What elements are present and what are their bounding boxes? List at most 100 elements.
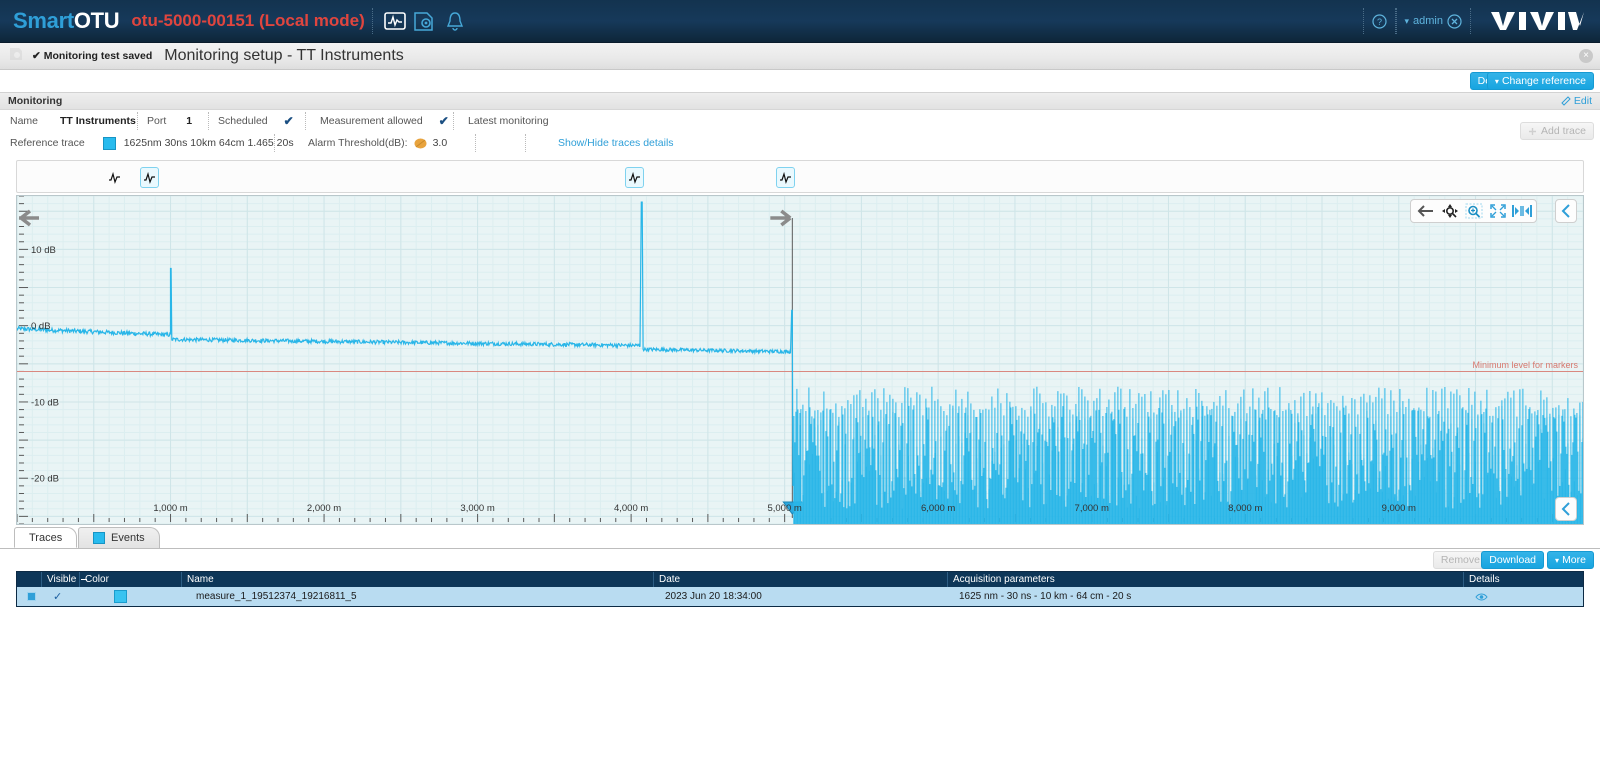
events-color-swatch: [93, 532, 105, 544]
otdr-chart-canvas: 10 dB 0 dB -10 dB -20 dB 1,000 m 2,000 m 3,000…: [17, 196, 1583, 524]
viavi-logo: [1489, 10, 1584, 32]
tab-events-label: Events: [111, 532, 145, 544]
field-port: Port 1: [147, 110, 192, 132]
alarm-threshold-value: 3.0: [432, 137, 448, 149]
row-selected-icon: [27, 592, 36, 601]
svg-text:6,000 m: 6,000 m: [921, 503, 955, 514]
th-date: Date: [653, 572, 947, 587]
scheduled-checkbox[interactable]: ✔: [284, 114, 294, 128]
brand-otu: OTU: [73, 8, 120, 33]
row-visible-check: ✓: [53, 591, 63, 603]
minimum-level-label: Minimum level for markers: [1472, 360, 1578, 371]
event-marker-4[interactable]: [776, 167, 795, 188]
fullscreen-icon[interactable]: [1487, 201, 1508, 221]
row-details-button[interactable]: [1463, 587, 1583, 606]
zoom-in-icon[interactable]: [1463, 201, 1484, 221]
download-button[interactable]: Download: [1481, 551, 1544, 569]
svg-text:7,000 m: 7,000 m: [1075, 503, 1109, 514]
collapse-bottom-button[interactable]: [1555, 497, 1577, 521]
header-divider: [371, 8, 373, 34]
settings-trace-icon[interactable]: [410, 8, 440, 35]
chevron-down-icon: ▾: [1404, 15, 1410, 26]
monitoring-panel-title: Monitoring: [8, 95, 63, 107]
field-measurement-allowed: Measurement allowed ✔: [320, 110, 449, 132]
svg-text:-10 dB: -10 dB: [31, 397, 59, 408]
svg-text:10 dB: 10 dB: [31, 245, 56, 256]
th-name: Name: [181, 572, 653, 587]
gear-icon: [8, 46, 24, 67]
reference-trace-label: Reference trace: [10, 137, 85, 149]
user-menu[interactable]: ▾ admin: [1395, 8, 1471, 34]
close-icon[interactable]: ×: [1579, 49, 1593, 63]
th-details: Details: [1463, 572, 1583, 587]
plus-icon: [1529, 127, 1537, 135]
more-label: More: [1562, 554, 1586, 566]
otdr-chart[interactable]: 10 dB 0 dB -10 dB -20 dB 1,000 m 2,000 m 3,000…: [16, 195, 1584, 525]
chevron-down-icon: ▾: [1555, 555, 1560, 565]
table-header-row: Visible Color Name Date Acquisition para…: [17, 572, 1583, 587]
svg-text:8,000 m: 8,000 m: [1228, 503, 1262, 514]
add-trace-label: Add trace: [1541, 125, 1586, 137]
event-marker-2[interactable]: [140, 167, 159, 188]
edit-label: Edit: [1573, 95, 1592, 107]
pan-move-icon[interactable]: [1439, 201, 1460, 221]
scheduled-label: Scheduled: [218, 115, 268, 127]
page-title: Monitoring setup - TT Instruments: [164, 47, 404, 64]
svg-text:?: ?: [1376, 17, 1381, 27]
action-row: Delete ▾ Change reference: [0, 70, 1600, 92]
reference-trace-color-swatch[interactable]: [102, 136, 116, 150]
row-color-cell[interactable]: [79, 587, 181, 606]
remove-button: Remove: [1432, 551, 1488, 569]
measurement-allowed-checkbox[interactable]: ✔: [439, 114, 449, 128]
table-row[interactable]: ✓ measure_1_19512374_19216811_5 2023 Jun…: [17, 587, 1583, 606]
measurement-allowed-label: Measurement allowed: [320, 115, 423, 127]
th-visible-label: Visible: [47, 574, 77, 585]
header-right-group: ? ▾ admin: [1362, 0, 1600, 42]
row-name: measure_1_19512374_19216811_5: [196, 591, 357, 602]
edit-button[interactable]: Edit: [1561, 95, 1592, 107]
monitoring-panel: Monitoring Edit Name TT Instruments Port…: [0, 92, 1600, 157]
reference-trace-value: 1625nm 30ns 10km 64cm 1.465 20s: [123, 137, 294, 149]
th-select: [17, 572, 41, 587]
event-marker-strip: [16, 160, 1584, 193]
alarm-threshold-label: Alarm Threshold(dB):: [308, 137, 408, 149]
port-value: 1: [186, 115, 193, 127]
tab-events[interactable]: Events: [78, 527, 160, 548]
back-arrow-icon[interactable]: [1415, 201, 1436, 221]
alarm-bell-icon[interactable]: [440, 8, 470, 35]
th-color: Color: [79, 572, 181, 587]
tab-traces-label: Traces: [29, 531, 63, 544]
show-hide-traces-details-link[interactable]: Show/Hide traces details: [558, 132, 674, 154]
brand-smart: Smart: [13, 8, 74, 33]
brand-logo: SmartOTU: [13, 8, 120, 34]
name-label: Name: [10, 115, 39, 127]
more-button[interactable]: ▾ More: [1547, 551, 1594, 569]
chevron-down-icon: ▾: [1494, 76, 1499, 86]
eye-icon: [1475, 593, 1488, 600]
row-acquisition-parameters: 1625 nm - 30 ns - 10 km - 64 cm - 20 s: [959, 591, 1132, 602]
field-alarm-threshold: Alarm Threshold(dB): 3.0: [308, 132, 447, 154]
tab-traces[interactable]: Traces: [14, 527, 78, 548]
latest-monitoring-label: Latest monitoring: [468, 115, 549, 127]
field-name: Name TT Instruments: [10, 110, 136, 132]
help-group[interactable]: ?: [1362, 8, 1396, 34]
trace-icon[interactable]: [380, 8, 410, 35]
device-name: otu-5000-00151 (Local mode): [131, 11, 365, 30]
event-marker-1[interactable]: [105, 167, 124, 188]
bottom-tabs: Traces Events: [0, 527, 1600, 549]
change-reference-button[interactable]: ▾ Change reference: [1486, 72, 1594, 90]
collapse-top-button[interactable]: [1555, 199, 1577, 223]
event-marker-3[interactable]: [625, 167, 644, 188]
field-latest-monitoring: Latest monitoring: [468, 110, 549, 132]
row-visible-checkbox[interactable]: ✓: [41, 587, 79, 606]
row-color-swatch: [114, 590, 127, 603]
row-select-indicator[interactable]: [17, 587, 41, 606]
logout-icon: [1447, 13, 1462, 29]
fit-width-icon[interactable]: [1511, 201, 1532, 221]
edit-icon: [1561, 96, 1571, 106]
monitoring-fields: Name TT Instruments Port 1 Scheduled ✔ M…: [0, 110, 1600, 157]
help-icon: ?: [1371, 13, 1387, 29]
change-reference-label: Change reference: [1501, 75, 1586, 87]
field-divider: [274, 134, 275, 152]
svg-text:9,000 m: 9,000 m: [1382, 503, 1416, 514]
